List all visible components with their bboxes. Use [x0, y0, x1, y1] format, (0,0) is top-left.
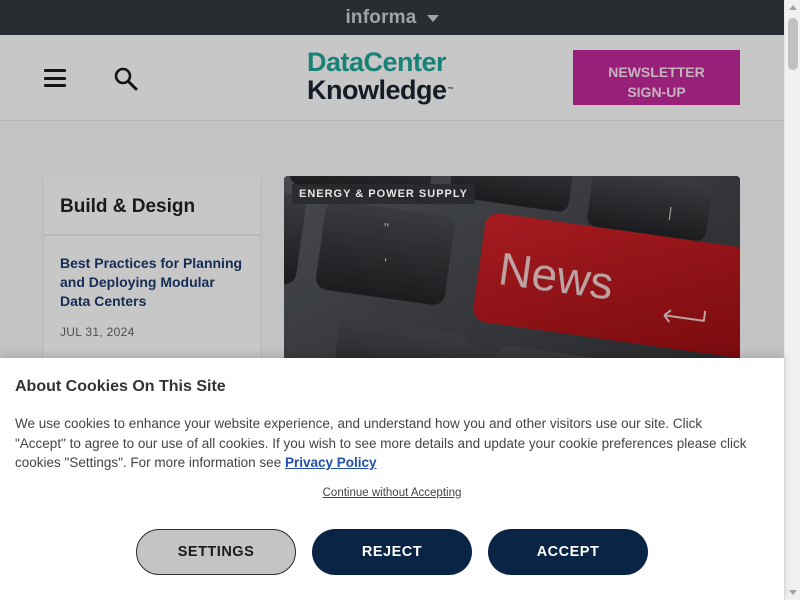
scroll-up-arrow-icon[interactable]: [789, 5, 797, 10]
privacy-policy-link[interactable]: Privacy Policy: [285, 455, 377, 470]
reject-button[interactable]: REJECT: [312, 529, 472, 575]
scroll-down-arrow-icon[interactable]: [789, 590, 797, 595]
cookie-buttons: SETTINGS REJECT ACCEPT: [0, 529, 784, 575]
continue-without-accepting-link[interactable]: Continue without Accepting: [15, 487, 769, 499]
cookie-body: We use cookies to enhance your website e…: [15, 416, 747, 470]
cookie-title: About Cookies On This Site: [15, 378, 226, 395]
settings-button[interactable]: SETTINGS: [136, 529, 296, 575]
cookie-banner: About Cookies On This Site We use cookie…: [0, 358, 784, 600]
scrollbar[interactable]: [784, 0, 800, 600]
accept-button[interactable]: ACCEPT: [488, 529, 648, 575]
scroll-thumb[interactable]: [788, 18, 798, 70]
category-tag[interactable]: ENERGY & POWER SUPPLY: [292, 184, 475, 204]
cookie-text: We use cookies to enhance your website e…: [15, 414, 755, 473]
